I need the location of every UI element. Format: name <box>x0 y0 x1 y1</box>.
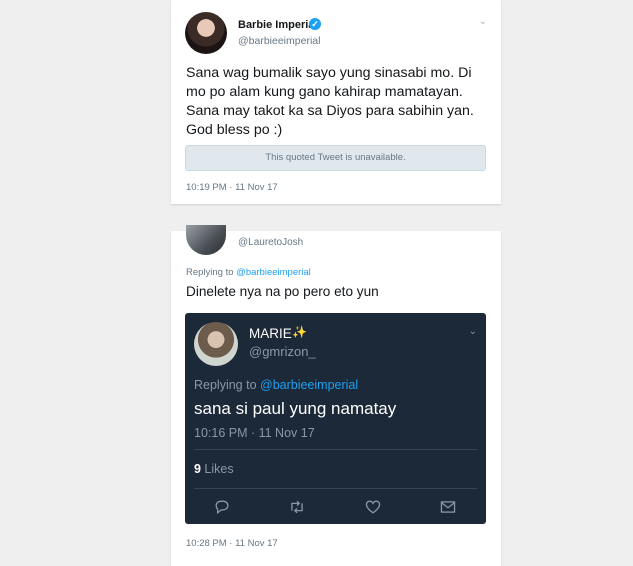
chevron-down-icon[interactable]: ⌄ <box>479 16 487 27</box>
username[interactable]: @barbieeimperial <box>238 35 320 47</box>
tweet-text: sana si paul yung namatay <box>194 399 397 418</box>
display-name: MARIE <box>249 326 292 341</box>
embedded-tweet-screenshot: MARIE ✨ @gmrizon_ ⌄ Replying to @barbiee… <box>185 313 486 524</box>
replying-to: Replying to @barbieeimperial <box>194 378 358 392</box>
replying-to-link[interactable]: @barbieeimperial <box>236 267 311 278</box>
quoted-tweet-unavailable: This quoted Tweet is unavailable. <box>185 145 486 171</box>
tweet-text: Sana wag bumalik sayo yung sinasabi mo. … <box>186 65 474 138</box>
replying-to: Replying to @barbieeimperial <box>186 267 311 278</box>
tweet-text: Dinelete nya na po pero eto yun <box>186 284 379 299</box>
username[interactable]: @LauretoJosh <box>238 237 303 248</box>
verified-badge-icon: ✓ <box>309 18 321 30</box>
avatar <box>194 322 238 366</box>
tweet-card: @LauretoJosh Replying to @barbieeimperia… <box>171 225 501 566</box>
replying-to-label: Replying to <box>194 378 261 392</box>
tweet-card: Barbie Imperial ✓ @barbieeimperial ⌄ San… <box>171 0 501 204</box>
timestamp[interactable]: 10:28 PM · 11 Nov 17 <box>186 538 278 549</box>
mail-icon <box>439 499 459 517</box>
sparkle-icon: ✨ <box>292 325 307 339</box>
replying-to-link: @barbieeimperial <box>260 378 359 392</box>
avatar[interactable] <box>186 225 226 255</box>
username: @gmrizon_ <box>249 344 316 359</box>
heart-icon <box>364 499 384 517</box>
likes-count: 9 Likes <box>194 462 234 476</box>
replying-to-label: Replying to <box>186 267 237 278</box>
display-name[interactable]: Barbie Imperial <box>238 19 317 31</box>
likes-label: Likes <box>200 462 234 476</box>
timestamp[interactable]: 10:19 PM · 11 Nov 17 <box>186 182 278 193</box>
reply-icon <box>213 499 233 517</box>
divider <box>194 449 477 450</box>
avatar[interactable] <box>185 12 227 54</box>
divider <box>194 488 477 489</box>
timestamp: 10:16 PM · 11 Nov 17 <box>194 426 315 440</box>
retweet-icon <box>288 499 308 517</box>
chevron-down-icon: ⌄ <box>468 326 477 337</box>
likes-number: 9 <box>194 462 201 476</box>
